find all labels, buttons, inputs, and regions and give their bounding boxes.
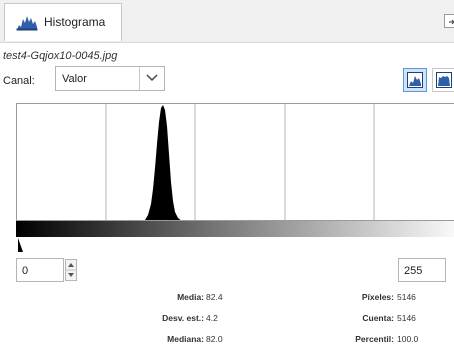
stat-label-pixels: Píxeles: bbox=[361, 292, 394, 302]
value-gradient-bar bbox=[16, 221, 454, 237]
canal-select-value: Valor bbox=[62, 73, 87, 85]
stat-value-percentile: 100.0 bbox=[397, 334, 419, 344]
linear-histogram-button[interactable] bbox=[403, 68, 427, 92]
canal-select-dropdown[interactable] bbox=[139, 67, 164, 90]
tab-menu-arrow-icon bbox=[449, 19, 454, 25]
stat-label-mean: Media: bbox=[177, 292, 204, 302]
tab-menu-button[interactable] bbox=[444, 14, 454, 28]
range-max-input[interactable]: 255 bbox=[398, 258, 446, 282]
stat-label-median: Mediana: bbox=[167, 334, 204, 344]
stat-value-stddev: 4.2 bbox=[206, 313, 218, 323]
histogram-icon bbox=[16, 13, 38, 31]
stat-value-mean: 82.4 bbox=[206, 292, 223, 302]
linear-histogram-icon bbox=[407, 72, 423, 88]
tab-label: Histograma bbox=[44, 15, 106, 29]
stat-value-pixels: 5146 bbox=[397, 292, 416, 302]
stat-label-stddev: Desv. est.: bbox=[162, 313, 204, 323]
histogram-curve bbox=[145, 105, 181, 220]
chevron-down-icon bbox=[146, 74, 158, 82]
canal-select[interactable]: Valor bbox=[55, 66, 165, 91]
tab-histograma[interactable]: Histograma bbox=[4, 3, 122, 41]
stat-value-count: 5146 bbox=[397, 313, 416, 323]
range-min-input[interactable]: 0 bbox=[16, 258, 64, 282]
histogram-plot[interactable] bbox=[16, 103, 454, 221]
dock-tab-bar: Histograma bbox=[0, 0, 454, 43]
range-slider[interactable] bbox=[16, 238, 454, 252]
image-filename: test4-Gqjox10-0045.jpg bbox=[3, 50, 118, 62]
min-slider-handle bbox=[18, 238, 23, 252]
stat-label-count: Cuenta: bbox=[362, 313, 394, 323]
stat-value-median: 82.0 bbox=[206, 334, 223, 344]
log-histogram-button[interactable] bbox=[432, 68, 454, 92]
log-histogram-icon bbox=[436, 72, 452, 88]
stat-label-percentile: Percentil: bbox=[355, 334, 394, 344]
range-min-spin-buttons[interactable] bbox=[65, 259, 77, 281]
canal-label: Canal: bbox=[3, 75, 35, 87]
